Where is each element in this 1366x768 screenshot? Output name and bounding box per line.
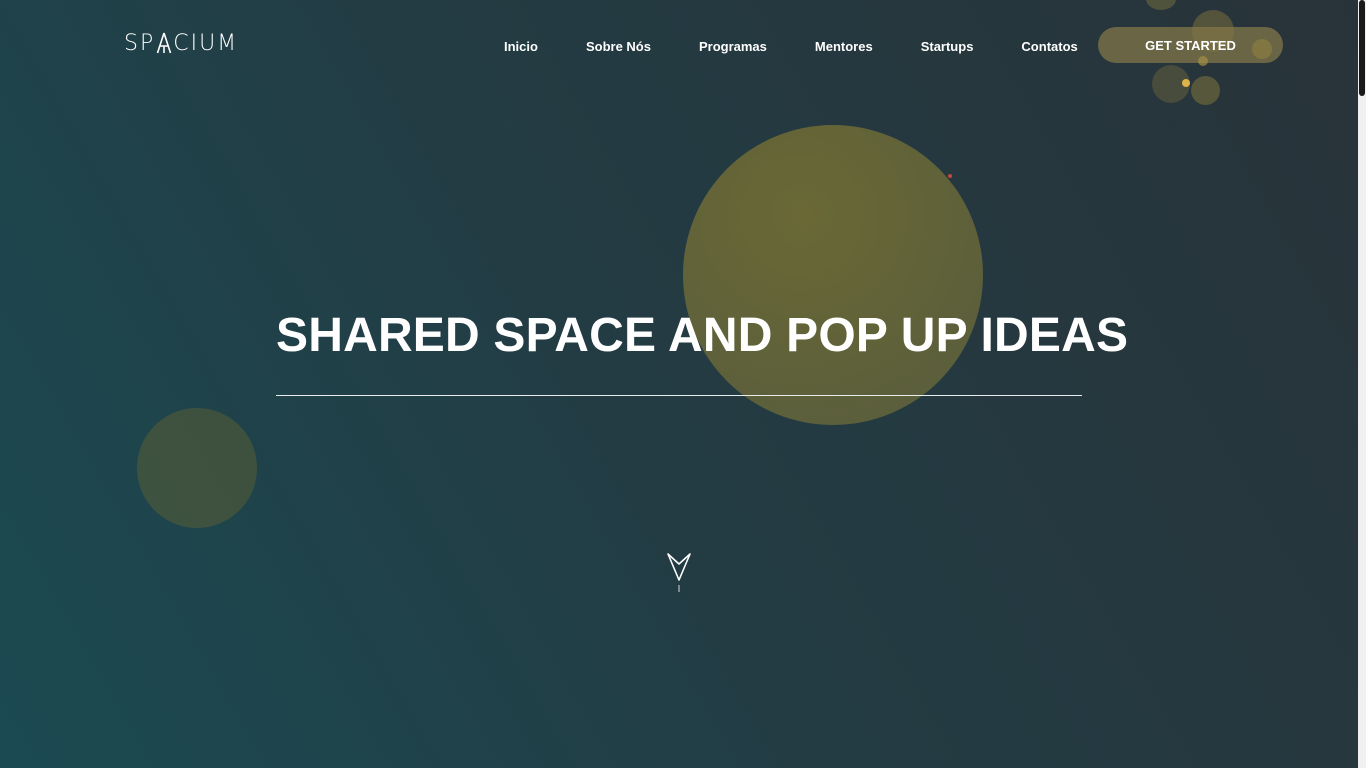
- hero-divider: [276, 395, 1082, 396]
- nav-item-contatos[interactable]: Contatos: [1021, 39, 1077, 54]
- decorative-bubble-accent: [1182, 79, 1190, 87]
- logo-text-left: SP: [124, 30, 156, 56]
- decorative-bubble: [1252, 39, 1272, 59]
- decorative-bubble: [1191, 76, 1220, 105]
- decorative-planet-small: [137, 408, 257, 528]
- rocket-a-icon: [156, 32, 172, 54]
- site-logo[interactable]: SP CIUM: [124, 30, 238, 56]
- scrollbar-thumb[interactable]: [1359, 0, 1365, 96]
- hero-title: SHARED SPACE AND POP UP IDEAS: [276, 309, 1129, 362]
- logo-text-right: CIUM: [173, 30, 239, 56]
- page: SP CIUM Inicio Sobre Nós Programas Mento…: [0, 0, 1358, 768]
- decorative-bubble: [1198, 56, 1208, 66]
- arrow-down-icon: [667, 553, 691, 592]
- nav-item-programas[interactable]: Programas: [699, 39, 767, 54]
- decorative-bubble: [1146, 0, 1176, 10]
- decorative-planet-large: [683, 125, 983, 425]
- nav-item-sobre-nos[interactable]: Sobre Nós: [586, 39, 651, 54]
- page-scrollbar[interactable]: [1358, 0, 1366, 768]
- scroll-down-button[interactable]: [666, 552, 692, 594]
- decorative-dot: [948, 174, 952, 178]
- nav-item-mentores[interactable]: Mentores: [815, 39, 873, 54]
- nav-item-startups[interactable]: Startups: [921, 39, 974, 54]
- main-nav: Inicio Sobre Nós Programas Mentores Star…: [480, 36, 1102, 56]
- nav-item-inicio[interactable]: Inicio: [504, 39, 538, 54]
